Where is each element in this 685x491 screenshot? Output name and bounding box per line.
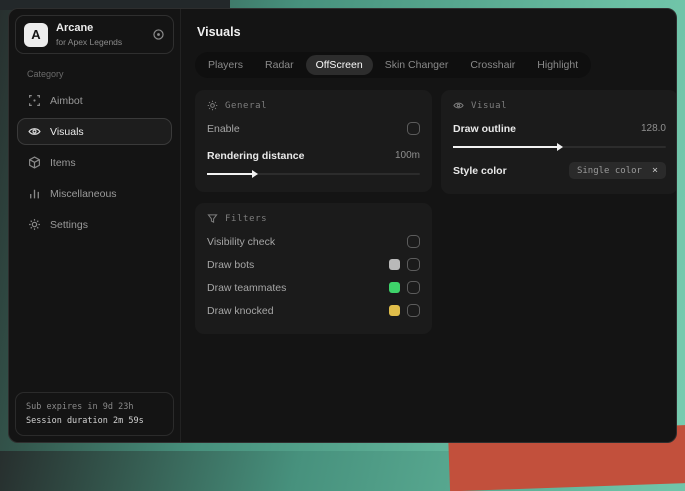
- tab-players[interactable]: Players: [198, 55, 253, 75]
- sidebar-item-label: Miscellaneous: [50, 187, 117, 200]
- style-color-select[interactable]: Single color ×: [568, 162, 666, 179]
- enable-label: Enable: [207, 122, 240, 135]
- sidebar-header-card: A Arcane for Apex Legends: [15, 15, 174, 55]
- draw-teammates-color-swatch[interactable]: [389, 282, 400, 293]
- sidebar-item-label: Visuals: [50, 125, 84, 138]
- draw-bots-row: Draw bots: [207, 253, 420, 276]
- draw-bots-color-swatch[interactable]: [389, 259, 400, 270]
- eye-icon: [28, 125, 41, 138]
- tab-highlight[interactable]: Highlight: [527, 55, 588, 75]
- target-icon[interactable]: [152, 28, 165, 41]
- visual-card: Visual Draw outline 128.0 Style color Si…: [441, 90, 676, 194]
- session-duration-text: Session duration 2m 59s: [26, 415, 144, 426]
- tab-radar[interactable]: Radar: [255, 55, 304, 75]
- sidebar-item-settings[interactable]: Settings: [17, 211, 172, 238]
- style-color-value: Single color: [576, 165, 642, 176]
- sidebar-item-label: Settings: [50, 218, 88, 231]
- tab-skin-changer[interactable]: Skin Changer: [375, 55, 459, 75]
- bars-icon: [28, 187, 41, 200]
- funnel-icon: [207, 213, 218, 224]
- sidebar-item-miscellaneous[interactable]: Miscellaneous: [17, 180, 172, 207]
- tab-crosshair[interactable]: Crosshair: [460, 55, 525, 75]
- sun-icon: [207, 100, 218, 111]
- sidebar: A Arcane for Apex Legends Category Aimbo…: [9, 9, 181, 442]
- enable-row: Enable: [207, 117, 420, 140]
- general-card: General Enable Rendering distance 100m: [195, 90, 432, 192]
- crosshair-icon: [28, 94, 41, 107]
- sidebar-item-items[interactable]: Items: [17, 149, 172, 176]
- filters-card-title: Filters: [225, 213, 268, 224]
- cards-grid: General Enable Rendering distance 100m F…: [195, 90, 676, 334]
- visibility-check-row: Visibility check: [207, 230, 420, 253]
- filters-card: Filters Visibility check Draw bots Draw …: [195, 203, 432, 334]
- page-title: Visuals: [197, 25, 241, 39]
- close-icon[interactable]: ×: [652, 165, 658, 176]
- visual-card-header: Visual: [453, 100, 666, 111]
- category-label: Category: [27, 69, 64, 80]
- draw-teammates-label: Draw teammates: [207, 281, 287, 294]
- sidebar-item-aimbot[interactable]: Aimbot: [17, 87, 172, 114]
- filters-card-header: Filters: [207, 213, 420, 224]
- rendering-distance-label: Rendering distance: [207, 149, 305, 162]
- draw-teammates-checkbox[interactable]: [407, 281, 420, 294]
- draw-knocked-label: Draw knocked: [207, 304, 274, 317]
- draw-bots-checkbox[interactable]: [407, 258, 420, 271]
- app-window: A Arcane for Apex Legends Category Aimbo…: [8, 8, 677, 443]
- draw-outline-label: Draw outline: [453, 122, 517, 135]
- general-card-title: General: [225, 100, 268, 111]
- draw-outline-row: Draw outline 128.0: [453, 117, 666, 140]
- draw-knocked-row: Draw knocked: [207, 299, 420, 322]
- app-title-block: Arcane for Apex Legends: [56, 22, 122, 47]
- draw-teammates-row: Draw teammates: [207, 276, 420, 299]
- tab-offscreen[interactable]: OffScreen: [305, 55, 373, 75]
- visibility-check-label: Visibility check: [207, 235, 276, 248]
- slider-fill: [207, 170, 258, 178]
- sidebar-item-visuals[interactable]: Visuals: [17, 118, 172, 146]
- enable-checkbox[interactable]: [407, 122, 420, 135]
- tab-bar: Players Radar OffScreen Skin Changer Cro…: [195, 52, 592, 78]
- draw-outline-slider[interactable]: [453, 142, 666, 153]
- sub-expires-text: Sub expires in 9d 23h: [26, 401, 134, 412]
- draw-bots-label: Draw bots: [207, 258, 255, 271]
- app-name: Arcane: [56, 22, 94, 34]
- draw-outline-value: 128.0: [640, 123, 666, 134]
- rendering-distance-slider[interactable]: [207, 169, 420, 180]
- general-card-header: General: [207, 100, 420, 111]
- style-color-row: Style color Single color ×: [453, 159, 666, 182]
- app-subtitle: for Apex Legends: [56, 37, 123, 48]
- eye-icon: [453, 100, 464, 111]
- draw-knocked-checkbox[interactable]: [407, 304, 420, 317]
- rendering-distance-value: 100m: [394, 150, 420, 161]
- draw-knocked-color-swatch[interactable]: [389, 305, 400, 316]
- main-panel: Visuals Players Radar OffScreen Skin Cha…: [181, 9, 676, 442]
- style-color-label: Style color: [453, 164, 507, 177]
- visual-card-title: Visual: [471, 100, 508, 111]
- slider-fill: [453, 143, 564, 151]
- app-logo: A: [24, 22, 48, 47]
- rendering-distance-row: Rendering distance 100m: [207, 144, 420, 167]
- subscription-info-card: Sub expires in 9d 23h Session duration 2…: [15, 391, 174, 436]
- sidebar-item-label: Items: [50, 156, 76, 169]
- sidebar-item-label: Aimbot: [50, 94, 83, 107]
- visibility-check-checkbox[interactable]: [407, 235, 420, 248]
- gear-icon: [28, 218, 41, 231]
- box-icon: [28, 156, 41, 169]
